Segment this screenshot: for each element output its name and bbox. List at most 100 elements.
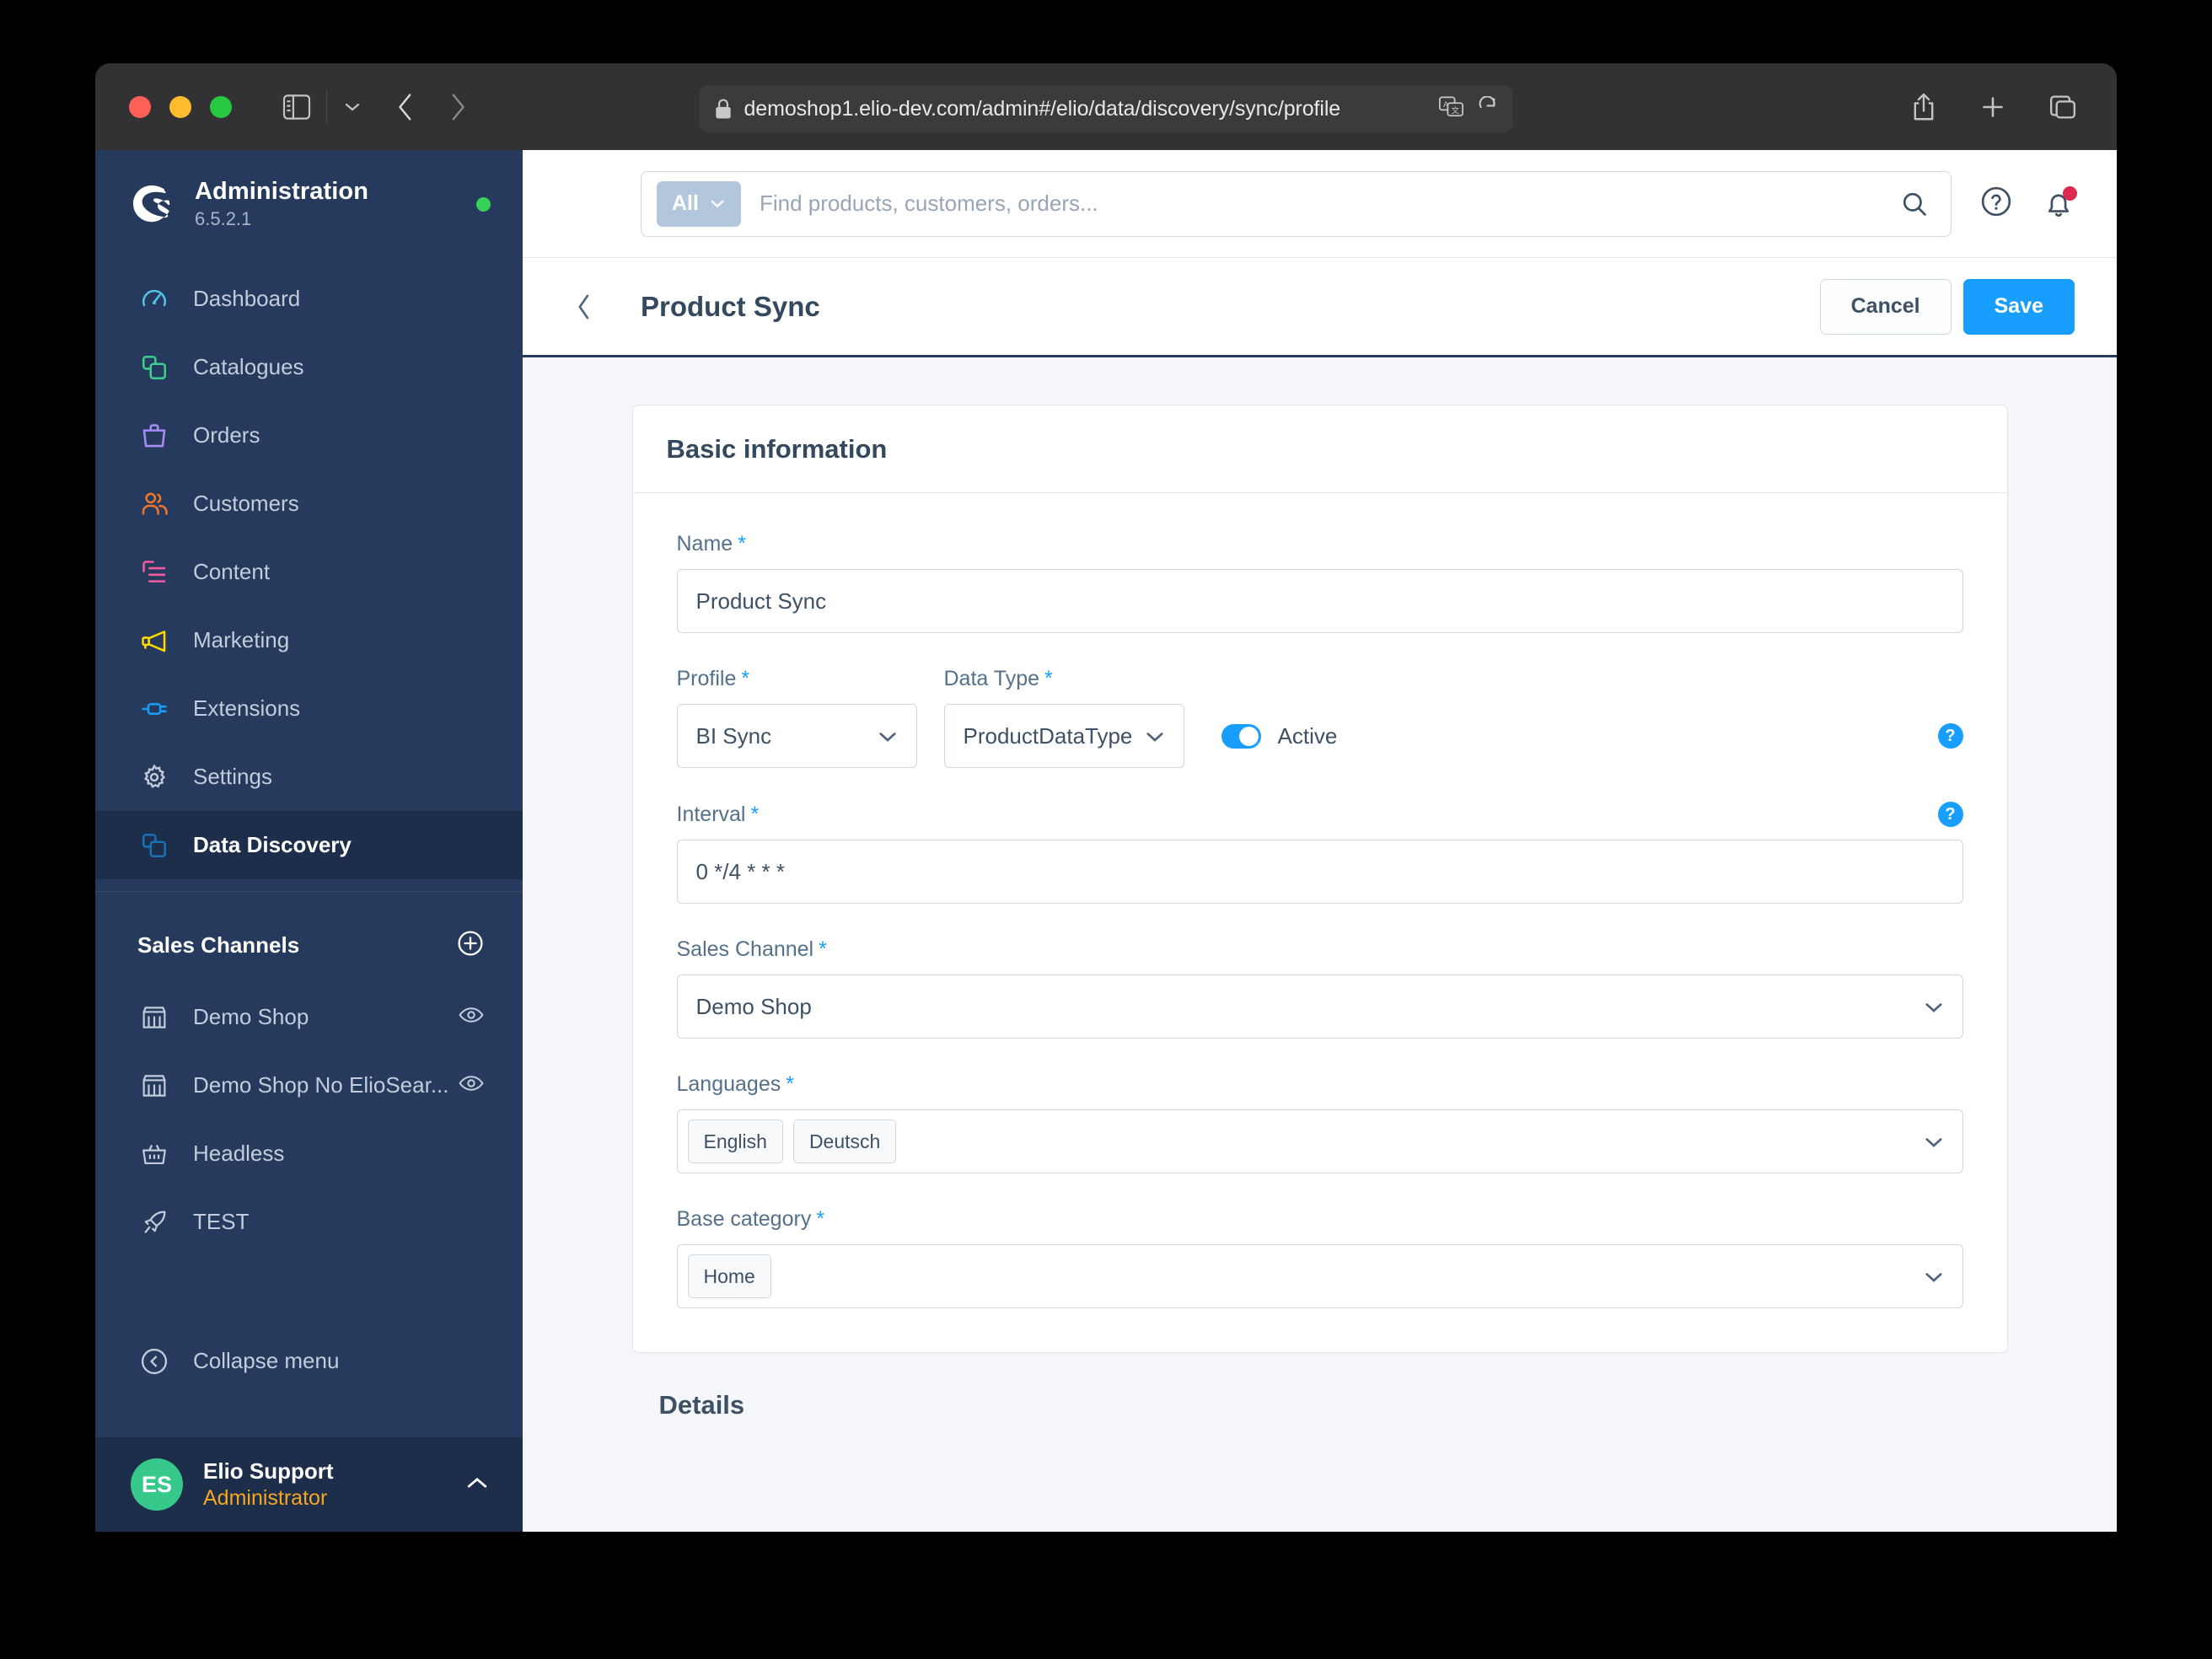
- base-category-label: Base category: [677, 1207, 812, 1232]
- chevron-up-icon[interactable]: [465, 1475, 489, 1495]
- search-input[interactable]: [760, 191, 1890, 217]
- eye-icon[interactable]: [459, 1074, 484, 1097]
- sidebar-item-extensions[interactable]: Extensions: [95, 674, 523, 743]
- base-category-token[interactable]: Home: [688, 1254, 771, 1298]
- field-interval: Interval * ? 0 */4 * * *: [677, 802, 1963, 904]
- sidebar-item-content[interactable]: Content: [95, 538, 523, 606]
- language-token[interactable]: Deutsch: [793, 1119, 896, 1163]
- required-marker: *: [816, 1207, 824, 1232]
- save-button[interactable]: Save: [1963, 279, 2075, 335]
- chevron-down-icon: [1924, 1136, 1944, 1148]
- forward-arrow-icon[interactable]: [448, 93, 467, 121]
- field-languages: Languages * English Deutsch: [677, 1072, 1963, 1173]
- required-marker: *: [786, 1072, 794, 1097]
- data-type-label: Data Type: [944, 667, 1040, 691]
- sales-channel-label: Headless: [193, 1141, 484, 1167]
- user-profile-menu[interactable]: ES Elio Support Administrator: [95, 1437, 523, 1532]
- user-info: Elio Support Administrator: [203, 1458, 465, 1511]
- help-badge-icon[interactable]: ?: [1938, 723, 1963, 749]
- collapse-menu-button[interactable]: Collapse menu: [95, 1327, 523, 1395]
- back-button[interactable]: [560, 284, 609, 330]
- sidebar-options-chevron-down-icon[interactable]: [342, 100, 362, 114]
- sales-channel-label: Demo Shop: [193, 1004, 459, 1030]
- cancel-button[interactable]: Cancel: [1820, 279, 1952, 335]
- plus-circle-icon[interactable]: [457, 930, 484, 961]
- search-scope-selector[interactable]: All: [657, 181, 741, 227]
- interval-head: Interval * ?: [677, 802, 1963, 827]
- content-icon: [137, 556, 171, 589]
- sales-channels-title: Sales Channels: [137, 932, 457, 958]
- active-toggle[interactable]: [1221, 724, 1261, 749]
- sidebar-item-label: Customers: [193, 491, 299, 517]
- sidebar-item-label: Orders: [193, 422, 260, 448]
- basket-icon: [139, 1139, 169, 1169]
- active-help-wrap: ?: [1938, 704, 1963, 768]
- chevron-down-icon: [1924, 1270, 1944, 1283]
- topbar-icons: [1980, 185, 2075, 222]
- name-input[interactable]: Product Sync: [677, 569, 1963, 633]
- card-header: Basic information: [633, 405, 2007, 493]
- sidebar-item-dashboard[interactable]: Dashboard: [95, 265, 523, 333]
- field-data-type: Data Type * ProductDataType: [944, 667, 1184, 768]
- sidebar-toggle-icon[interactable]: [282, 94, 311, 120]
- app-viewport: Administration 6.5.2.1 Dashboard: [95, 150, 2117, 1532]
- sales-channel-demo-shop[interactable]: Demo Shop: [95, 983, 523, 1051]
- card-title: Basic information: [667, 434, 888, 464]
- sidebar-item-catalogues[interactable]: Catalogues: [95, 333, 523, 401]
- orders-icon: [137, 419, 171, 453]
- sidebar-nav: Dashboard Catalogues: [95, 265, 523, 879]
- close-window-button[interactable]: [129, 96, 151, 118]
- window-traffic-lights: [129, 96, 232, 118]
- profile-label: Profile: [677, 667, 737, 691]
- sidebar-item-label: Dashboard: [193, 286, 300, 312]
- field-label-wrap: Profile *: [677, 667, 917, 691]
- customers-icon: [137, 487, 171, 521]
- global-search-bar: All: [523, 150, 2117, 258]
- base-category-multiselect[interactable]: Home: [677, 1244, 1963, 1308]
- notifications-button[interactable]: [2043, 188, 2075, 220]
- chevron-down-icon: [1924, 1001, 1944, 1013]
- languages-multiselect[interactable]: English Deutsch: [677, 1109, 1963, 1173]
- sidebar-header: Administration 6.5.2.1: [95, 150, 523, 258]
- field-name: Name * Product Sync: [677, 532, 1963, 633]
- help-circle-icon[interactable]: [1980, 185, 2012, 222]
- sidebar-item-orders[interactable]: Orders: [95, 401, 523, 470]
- back-arrow-icon[interactable]: [396, 93, 415, 121]
- active-label: Active: [1278, 723, 1338, 749]
- interval-label: Interval: [677, 803, 746, 827]
- sidebar-item-data-discovery[interactable]: Data Discovery: [95, 811, 523, 879]
- collapse-menu-label: Collapse menu: [193, 1348, 339, 1374]
- marketing-icon: [137, 624, 171, 658]
- profile-select[interactable]: BI Sync: [677, 704, 917, 768]
- sales-channel-select[interactable]: Demo Shop: [677, 974, 1963, 1039]
- sidebar-item-settings[interactable]: Settings: [95, 743, 523, 811]
- search-box[interactable]: All: [641, 171, 1952, 237]
- data-type-select[interactable]: ProductDataType: [944, 704, 1184, 768]
- maximize-window-button[interactable]: [210, 96, 232, 118]
- address-bar-actions: A 文: [1432, 96, 1498, 122]
- help-badge-icon[interactable]: ?: [1938, 802, 1963, 827]
- profile-value: BI Sync: [696, 723, 772, 749]
- share-icon[interactable]: [1911, 92, 1936, 122]
- sidebar-item-customers[interactable]: Customers: [95, 470, 523, 538]
- sales-channel-test[interactable]: TEST: [95, 1188, 523, 1256]
- interval-input[interactable]: 0 */4 * * *: [677, 840, 1963, 904]
- sidebar-item-marketing[interactable]: Marketing: [95, 606, 523, 674]
- chevron-left-icon: [575, 293, 593, 321]
- plus-icon[interactable]: [1980, 94, 2005, 120]
- search-icon[interactable]: [1890, 190, 1939, 218]
- sales-channel-headless[interactable]: Headless: [95, 1119, 523, 1188]
- sales-channel-label: Sales Channel: [677, 937, 814, 962]
- minimize-window-button[interactable]: [169, 96, 191, 118]
- content-area: Basic information Name * Product Sync: [523, 357, 2117, 1532]
- tab-overview-icon[interactable]: [2049, 94, 2076, 120]
- field-sales-channel: Sales Channel * Demo Shop: [677, 937, 1963, 1039]
- address-bar[interactable]: demoshop1.elio-dev.com/admin#/elio/data/…: [700, 85, 1513, 132]
- eye-icon[interactable]: [459, 1006, 484, 1028]
- reload-icon[interactable]: [1478, 96, 1498, 122]
- language-token[interactable]: English: [688, 1119, 783, 1163]
- shopware-logo-icon: [127, 180, 176, 228]
- sales-channels-header: Sales Channels: [95, 907, 523, 983]
- translate-icon[interactable]: A 文: [1439, 96, 1464, 122]
- sales-channel-demo-shop-no-eliosearch[interactable]: Demo Shop No ElioSear...: [95, 1051, 523, 1119]
